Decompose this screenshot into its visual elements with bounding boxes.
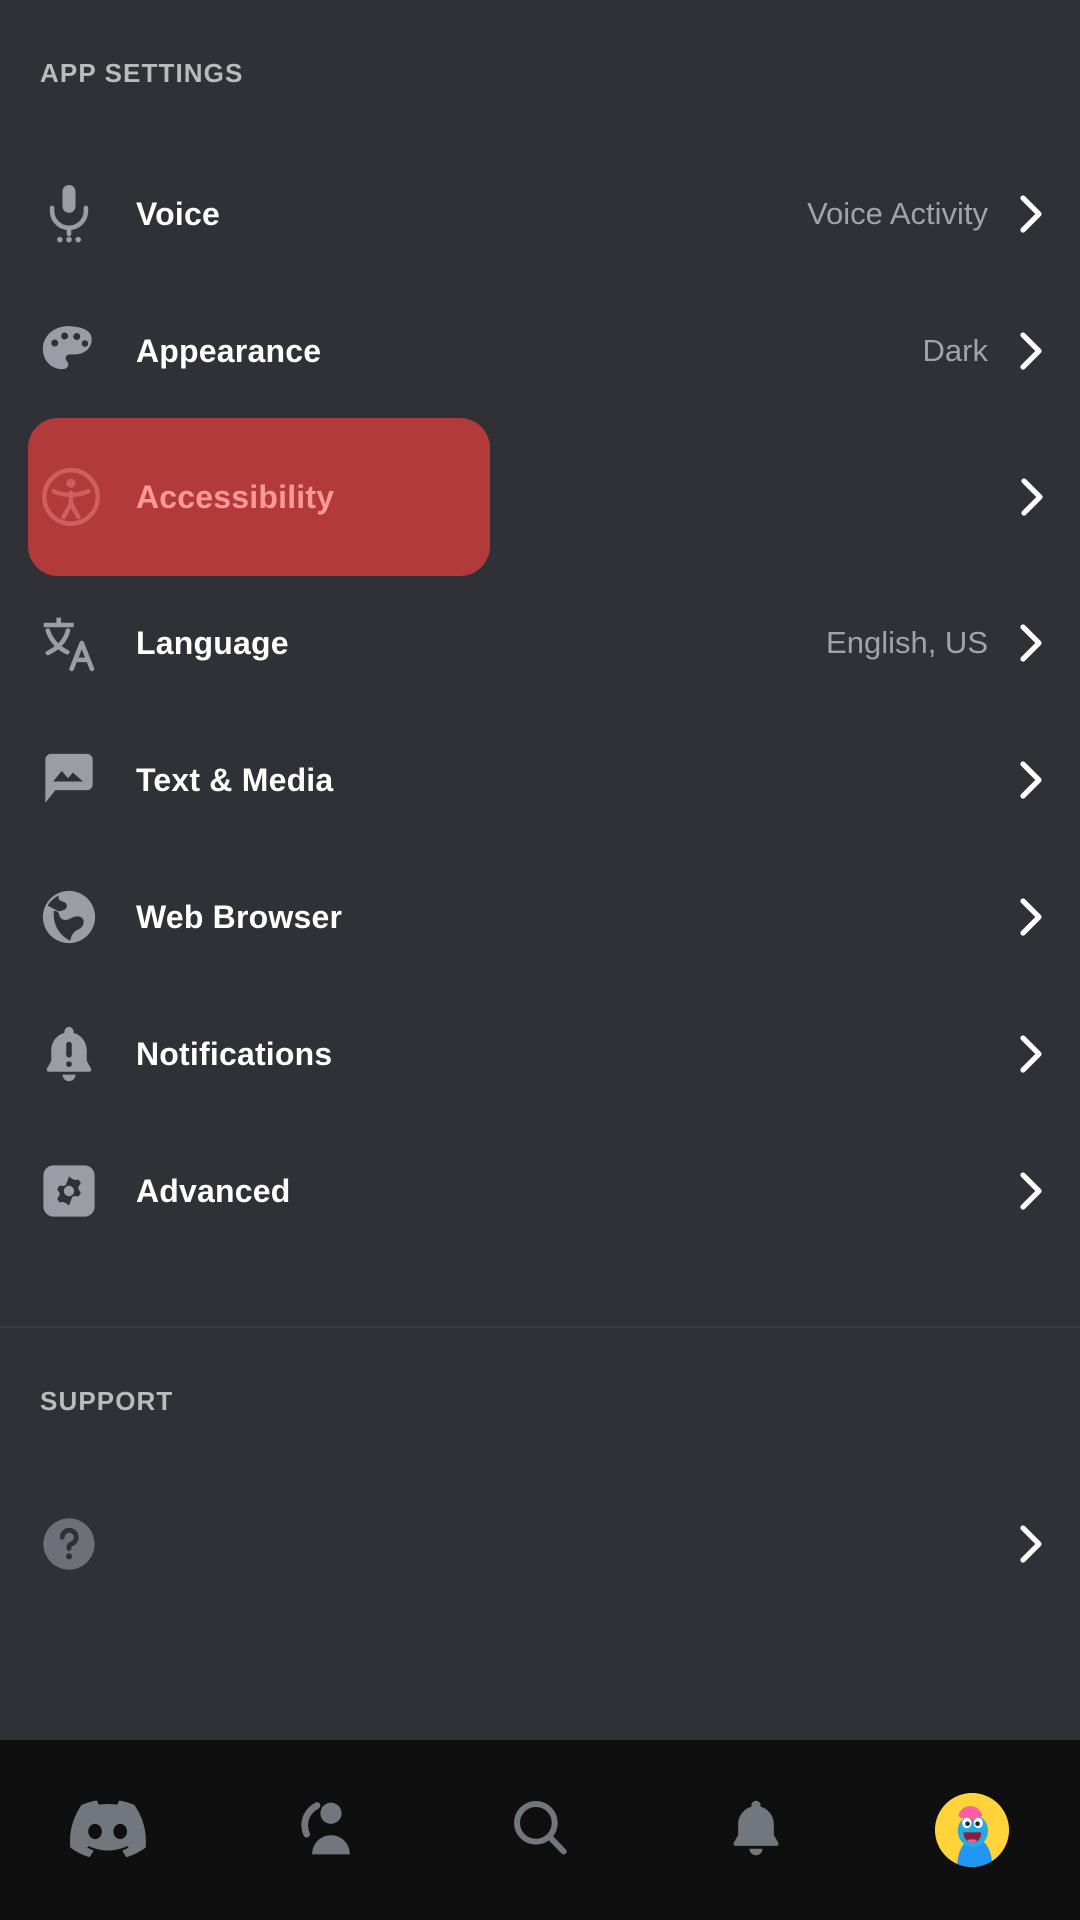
help-circle-icon	[40, 1515, 136, 1573]
section-header-app-settings: APP SETTINGS	[0, 58, 1080, 89]
globe-icon	[40, 888, 136, 946]
chevron-right-icon	[1018, 1170, 1044, 1212]
chevron-right-icon	[1018, 622, 1044, 664]
settings-row-value: Voice Activity	[807, 196, 988, 232]
chevron-right-icon	[1020, 418, 1044, 576]
settings-row-label: Appearance	[136, 333, 321, 370]
gear-square-icon	[40, 1162, 136, 1220]
settings-row-notifications[interactable]: Notifications	[0, 999, 1080, 1109]
settings-scroll-area[interactable]: APP SETTINGS Voice Voice Activity	[0, 0, 1080, 1740]
accessibility-icon	[40, 466, 136, 528]
translate-icon	[40, 613, 136, 673]
settings-row-label: Notifications	[136, 1036, 332, 1073]
settings-row-voice[interactable]: Voice Voice Activity	[0, 159, 1080, 269]
friends-icon	[293, 1797, 355, 1864]
chevron-right-icon	[1018, 1523, 1044, 1565]
settings-row-label: Accessibility	[136, 479, 334, 516]
settings-row-text-and-media[interactable]: Text & Media	[0, 725, 1080, 835]
user-avatar	[935, 1793, 1009, 1867]
chevron-right-icon	[1018, 896, 1044, 938]
settings-row-appearance[interactable]: Appearance Dark	[0, 296, 1080, 406]
discord-home-icon	[69, 1798, 147, 1863]
chevron-right-icon	[1018, 759, 1044, 801]
settings-row-label: Advanced	[136, 1173, 291, 1210]
chevron-right-icon	[1018, 330, 1044, 372]
nav-item-profile[interactable]	[882, 1740, 1062, 1920]
settings-row-label: Text & Media	[136, 762, 333, 799]
settings-screen: APP SETTINGS Voice Voice Activity	[0, 0, 1080, 1920]
image-message-icon	[40, 751, 136, 809]
nav-item-notifications[interactable]	[666, 1740, 846, 1920]
settings-row-value: English, US	[826, 625, 988, 661]
bell-alert-icon	[40, 1024, 136, 1084]
settings-row-web-browser[interactable]: Web Browser	[0, 862, 1080, 972]
settings-row-label: Web Browser	[136, 899, 342, 936]
palette-icon	[40, 323, 136, 379]
microphone-icon	[40, 182, 136, 246]
chevron-right-icon	[1018, 1033, 1044, 1075]
bottom-navigation-bar	[0, 1740, 1080, 1920]
settings-row-advanced[interactable]: Advanced	[0, 1136, 1080, 1246]
settings-row-value: Dark	[923, 333, 988, 369]
settings-row-accessibility[interactable]: Accessibility	[28, 418, 490, 576]
settings-row-language[interactable]: Language English, US	[0, 588, 1080, 698]
settings-row-support-partial[interactable]	[0, 1489, 1080, 1599]
nav-item-home[interactable]	[18, 1740, 198, 1920]
search-icon	[509, 1797, 571, 1864]
settings-row-label: Language	[136, 625, 289, 662]
section-header-support: SUPPORT	[0, 1386, 1080, 1417]
nav-item-search[interactable]	[450, 1740, 630, 1920]
chevron-right-icon	[1018, 193, 1044, 235]
notifications-bell-icon	[727, 1797, 785, 1864]
settings-row-label: Voice	[136, 196, 220, 233]
nav-item-friends[interactable]	[234, 1740, 414, 1920]
